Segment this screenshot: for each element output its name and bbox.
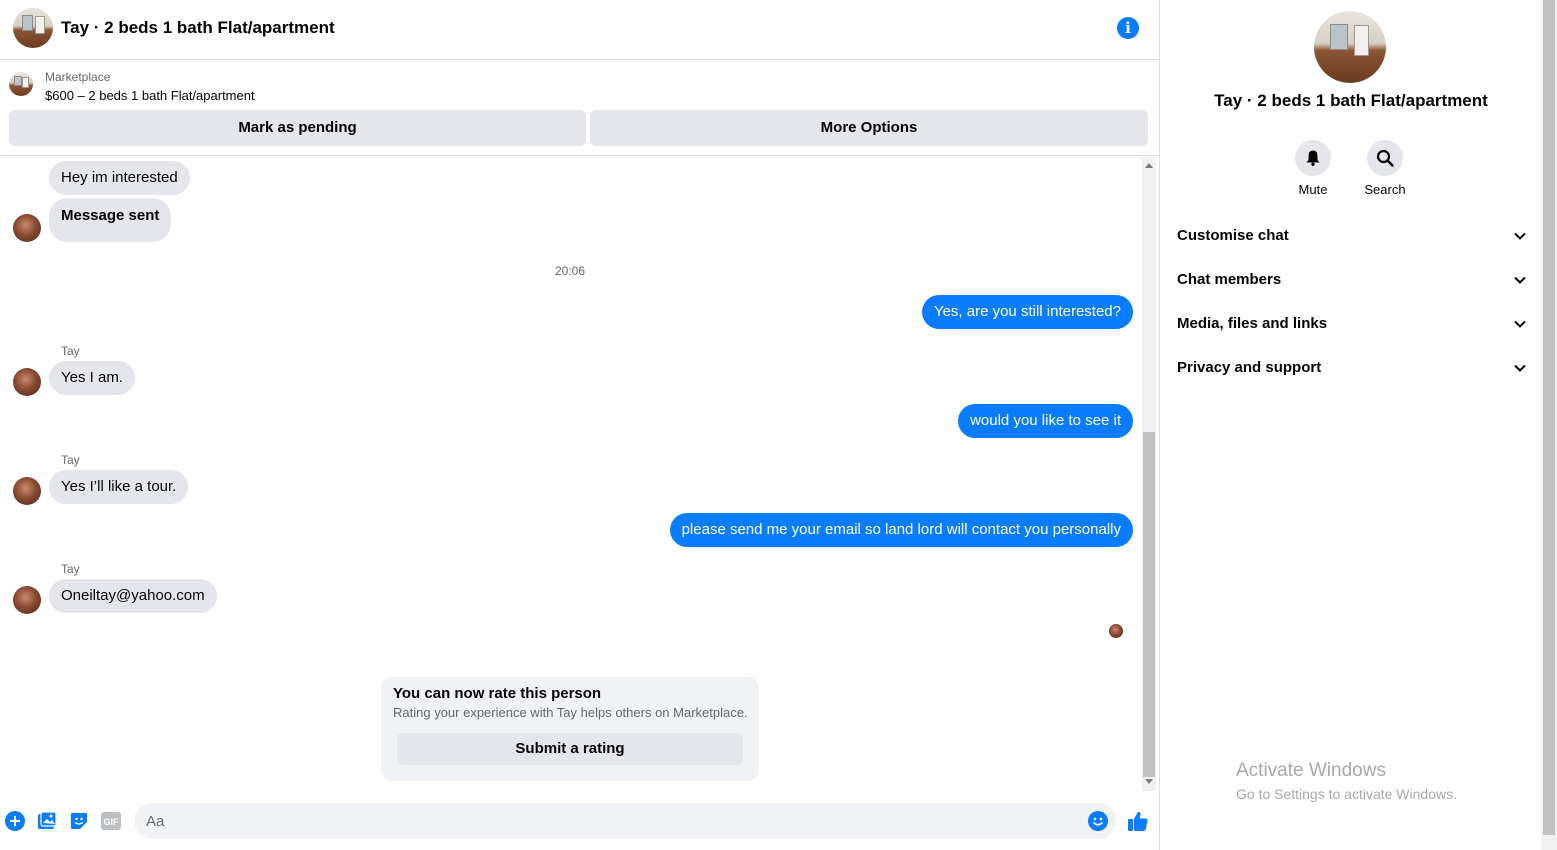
watermark-title: Activate Windows bbox=[1236, 760, 1386, 781]
message-list: Hey im interested Message sent 20:06 Yes… bbox=[0, 157, 1140, 791]
rating-title: You can now rate this person bbox=[393, 685, 602, 702]
message-input[interactable] bbox=[146, 803, 1046, 839]
chevron-down-icon bbox=[1514, 276, 1526, 284]
bell-icon bbox=[1306, 150, 1320, 166]
section-privacy-support[interactable]: Privacy and support bbox=[1177, 347, 1527, 391]
search-action[interactable]: Search bbox=[1355, 140, 1415, 197]
scroll-thumb[interactable] bbox=[1143, 432, 1155, 777]
page-scrollbar[interactable] bbox=[1541, 0, 1557, 850]
section-label: Media, files and links bbox=[1177, 315, 1328, 332]
sender-name: Tay bbox=[61, 344, 80, 358]
marketplace-label: Marketplace bbox=[45, 70, 111, 84]
chevron-down-icon bbox=[1514, 364, 1526, 372]
watermark-subtitle: Go to Settings to activate Windows. bbox=[1236, 786, 1457, 802]
activate-windows-watermark: Activate Windows Go to Settings to activ… bbox=[1236, 760, 1457, 802]
info-icon[interactable]: i bbox=[1117, 17, 1139, 39]
photo-icon[interactable] bbox=[37, 811, 57, 831]
message-input-box[interactable] bbox=[134, 803, 1116, 839]
message-bubble-incoming[interactable]: Yes I am. bbox=[49, 361, 135, 395]
sender-name: Tay bbox=[61, 453, 80, 467]
contact-avatar[interactable] bbox=[13, 368, 41, 396]
search-label: Search bbox=[1364, 182, 1406, 197]
scroll-up-arrow-icon[interactable] bbox=[1145, 163, 1153, 168]
mute-action[interactable]: Mute bbox=[1283, 140, 1343, 197]
scroll-down-arrow-icon[interactable] bbox=[1145, 779, 1153, 784]
message-bubble-incoming[interactable]: Yes I’ll like a tour. bbox=[49, 470, 189, 504]
listing-thumbnail[interactable] bbox=[9, 72, 33, 96]
contact-avatar[interactable] bbox=[13, 586, 41, 614]
rating-subtitle: Rating your experience with Tay helps ot… bbox=[393, 705, 748, 720]
messenger-app: Tay · 2 beds 1 bath Flat/apartment i Mar… bbox=[0, 0, 1557, 850]
section-chat-members[interactable]: Chat members bbox=[1177, 259, 1527, 303]
contact-avatar[interactable] bbox=[13, 214, 41, 242]
mute-label: Mute bbox=[1298, 182, 1328, 197]
chat-pane: Tay · 2 beds 1 bath Flat/apartment i Mar… bbox=[0, 0, 1160, 850]
listing-avatar[interactable] bbox=[13, 8, 53, 48]
message-timestamp: 20:06 bbox=[555, 264, 586, 278]
plus-icon[interactable] bbox=[5, 811, 25, 831]
chat-header: Tay · 2 beds 1 bath Flat/apartment i bbox=[0, 0, 1160, 60]
message-sent-notice: Message sent bbox=[49, 198, 172, 242]
submit-rating-button[interactable]: Submit a rating bbox=[397, 733, 743, 765]
listing-summary[interactable]: $600 – 2 beds 1 bath Flat/apartment bbox=[45, 88, 255, 103]
chat-title[interactable]: Tay · 2 beds 1 bath Flat/apartment bbox=[61, 18, 335, 38]
chevron-down-icon bbox=[1514, 232, 1526, 240]
message-bubble-outgoing[interactable]: please send me your email so land lord w… bbox=[669, 513, 1133, 547]
message-bubble-outgoing[interactable]: Yes, are you still interested? bbox=[921, 295, 1133, 329]
marketplace-banner: Marketplace $600 – 2 beds 1 bath Flat/ap… bbox=[0, 61, 1160, 156]
emoji-icon[interactable] bbox=[1088, 811, 1108, 831]
conversation-info-panel: Tay · 2 beds 1 bath Flat/apartment Mute … bbox=[1161, 0, 1541, 850]
gif-icon[interactable]: GIF bbox=[101, 811, 121, 831]
section-label: Customise chat bbox=[1177, 227, 1289, 244]
info-panel-title: Tay · 2 beds 1 bath Flat/apartment bbox=[1214, 91, 1488, 110]
page-scroll-thumb[interactable] bbox=[1543, 0, 1555, 835]
thumbs-up-icon[interactable] bbox=[1127, 810, 1149, 832]
contact-avatar[interactable] bbox=[13, 477, 41, 505]
section-label: Chat members bbox=[1177, 271, 1282, 288]
listing-profile-photo[interactable] bbox=[1314, 11, 1386, 83]
mark-as-pending-button[interactable]: Mark as pending bbox=[9, 110, 586, 146]
section-media-files-links[interactable]: Media, files and links bbox=[1177, 303, 1527, 347]
rating-card: You can now rate this person Rating your… bbox=[381, 677, 759, 781]
message-bubble-incoming[interactable]: Oneiltay@yahoo.com bbox=[49, 579, 217, 613]
message-scrollbar[interactable] bbox=[1142, 157, 1156, 791]
sticker-icon[interactable] bbox=[69, 811, 89, 831]
more-options-button[interactable]: More Options bbox=[590, 110, 1148, 146]
search-icon bbox=[1376, 149, 1394, 167]
message-bubble-incoming[interactable]: Hey im interested bbox=[49, 161, 190, 195]
gif-label: GIF bbox=[104, 817, 120, 827]
read-receipt-avatar bbox=[1109, 624, 1123, 638]
section-customise-chat[interactable]: Customise chat bbox=[1177, 215, 1527, 259]
section-label: Privacy and support bbox=[1177, 359, 1322, 376]
composer-bar: GIF bbox=[0, 791, 1160, 850]
sender-name: Tay bbox=[61, 562, 80, 576]
message-bubble-outgoing[interactable]: would you like to see it bbox=[958, 404, 1133, 438]
chevron-down-icon bbox=[1514, 320, 1526, 328]
